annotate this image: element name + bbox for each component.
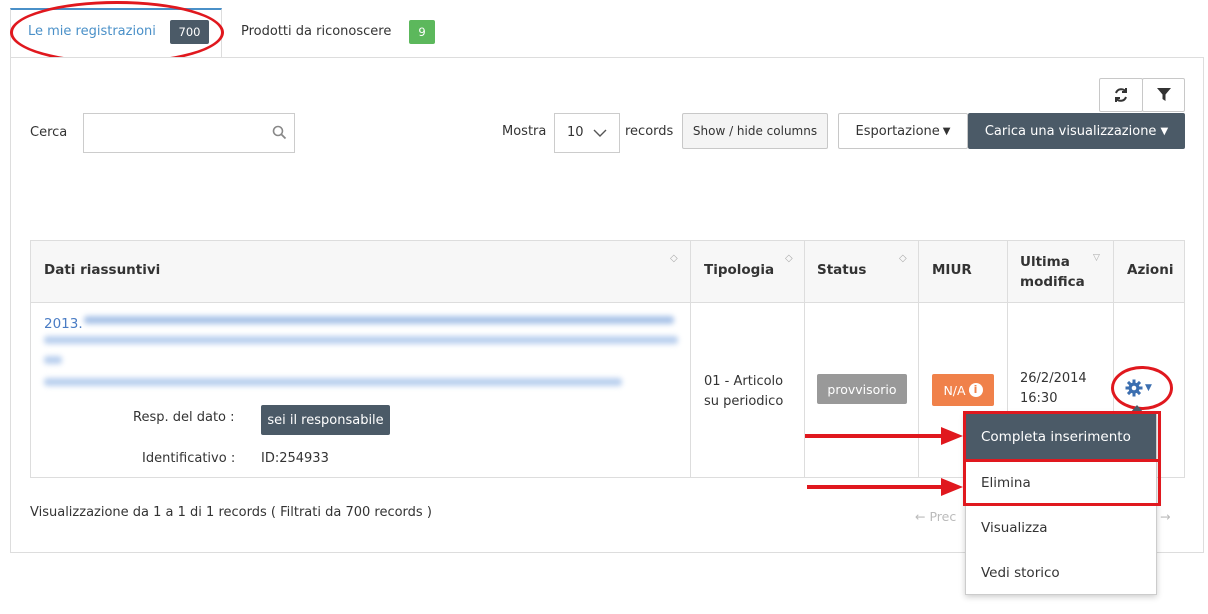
refresh-icon (1115, 88, 1127, 102)
sort-icon[interactable]: ◇ (785, 253, 793, 264)
chevron-down-icon (593, 129, 607, 137)
modified-time: 16:30 (1020, 391, 1058, 406)
search-label: Cerca (30, 125, 68, 140)
menu-visualizza[interactable]: Visualizza (966, 505, 1156, 550)
miur-value: N/A (943, 382, 966, 398)
refresh-button[interactable] (1099, 78, 1143, 112)
modified-date: 26/2/2014 (1020, 371, 1087, 386)
tab-to-recognize[interactable]: Prodotti da riconoscere (241, 24, 391, 39)
caret-down-icon: ▼ (942, 125, 951, 137)
id-label: Identificativo : (142, 451, 236, 466)
annotation-arrow-head (941, 427, 963, 445)
header-miur: MIUR (932, 262, 972, 278)
blurred-title (84, 316, 674, 324)
export-label: Esportazione (855, 123, 940, 139)
sort-icon[interactable]: ◇ (899, 253, 907, 264)
show-hide-columns-button[interactable]: Show / hide columns (682, 113, 828, 149)
col-divider (690, 240, 691, 478)
sort-icon[interactable]: ◇ (670, 253, 678, 264)
status-badge: provvisorio (817, 374, 907, 404)
load-view-button[interactable]: Carica una visualizzazione ▼ (968, 113, 1185, 149)
load-view-label: Carica una visualizzazione (984, 123, 1157, 139)
header-tipologia[interactable]: Tipologia (704, 262, 774, 278)
tab-to-recognize-count: 9 (409, 20, 435, 44)
record-title-link[interactable]: 2013. (44, 316, 83, 332)
filter-icon (1156, 88, 1171, 101)
highlight-oval-tab (10, 1, 224, 64)
header-azioni: Azioni (1127, 262, 1174, 278)
show-label: Mostra (502, 124, 547, 139)
search-input[interactable] (83, 113, 295, 153)
table-info: Visualizzazione da 1 a 1 di 1 records ( … (30, 505, 432, 520)
export-button[interactable]: Esportazione ▼ (838, 113, 968, 149)
prev-page-link[interactable]: ← Prec (915, 509, 956, 524)
page-size-select[interactable]: 10 (554, 113, 620, 153)
tipologia-value: 01 - Articolo su periodico (704, 374, 784, 409)
header-status[interactable]: Status (817, 262, 866, 278)
miur-badge[interactable]: N/A i (932, 374, 994, 406)
highlight-box-completa (963, 411, 1161, 462)
page-size-value: 10 (567, 125, 584, 140)
header-ultima-modifica[interactable]: Ultima modifica (1020, 252, 1085, 292)
blurred-title (44, 336, 678, 344)
annotation-arrow (805, 434, 943, 438)
record-year: 2013. (44, 316, 83, 332)
id-value: ID:254933 (261, 451, 329, 466)
resp-label: Resp. del dato : (133, 410, 235, 425)
menu-vedi-storico[interactable]: Vedi storico (966, 550, 1156, 595)
table-header-row (31, 241, 1184, 302)
responsible-button[interactable]: sei il responsabile (261, 405, 390, 435)
col-divider (804, 240, 805, 478)
annotation-arrow (807, 485, 943, 489)
annotation-arrow-head (941, 478, 963, 496)
header-divider (30, 302, 1185, 303)
blurred-authors (44, 378, 622, 386)
highlight-box-elimina (963, 459, 1161, 506)
blurred-title (44, 356, 62, 364)
sort-desc-icon[interactable]: ▽ (1093, 253, 1100, 263)
next-arrow[interactable]: → (1160, 509, 1170, 524)
info-icon: i (968, 383, 983, 397)
filter-button[interactable] (1142, 78, 1185, 112)
search-icon (272, 125, 287, 140)
highlight-oval-actions (1111, 366, 1173, 410)
records-label: records (625, 124, 674, 139)
col-divider (918, 240, 919, 478)
caret-down-icon: ▼ (1160, 125, 1169, 137)
header-dati-riassuntivi[interactable]: Dati riassuntivi (44, 262, 160, 278)
